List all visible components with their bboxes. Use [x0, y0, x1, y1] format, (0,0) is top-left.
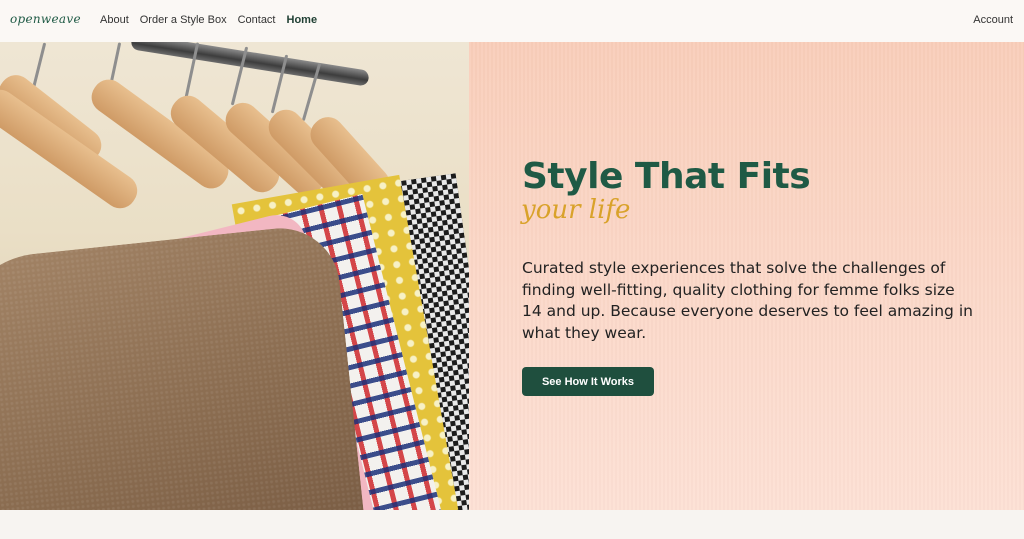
hero-headline: Style That Fits — [522, 156, 811, 197]
hero-content: Style That Fits your life Curated style … — [469, 42, 1024, 510]
brand-logo[interactable]: openweave — [10, 12, 81, 26]
nav-link-home[interactable]: Home — [287, 14, 318, 26]
hero-section: Style That Fits your life Curated style … — [0, 42, 1024, 510]
top-nav: openweave About Order a Style Box Contac… — [0, 0, 1024, 42]
clothing-rack-rod — [130, 42, 370, 87]
account-link[interactable]: Account — [973, 14, 1013, 26]
hero-script-tagline: your life — [521, 195, 631, 225]
see-how-it-works-button[interactable]: See How It Works — [522, 367, 654, 396]
nav-link-order-style-box[interactable]: Order a Style Box — [140, 14, 227, 26]
hero-image — [0, 42, 469, 510]
nav-link-about[interactable]: About — [100, 14, 129, 26]
hero-description: Curated style experiences that solve the… — [522, 259, 973, 342]
nav-links: About Order a Style Box Contact Home — [100, 14, 317, 26]
tweed-blazer — [0, 222, 365, 510]
nav-link-contact[interactable]: Contact — [238, 14, 276, 26]
